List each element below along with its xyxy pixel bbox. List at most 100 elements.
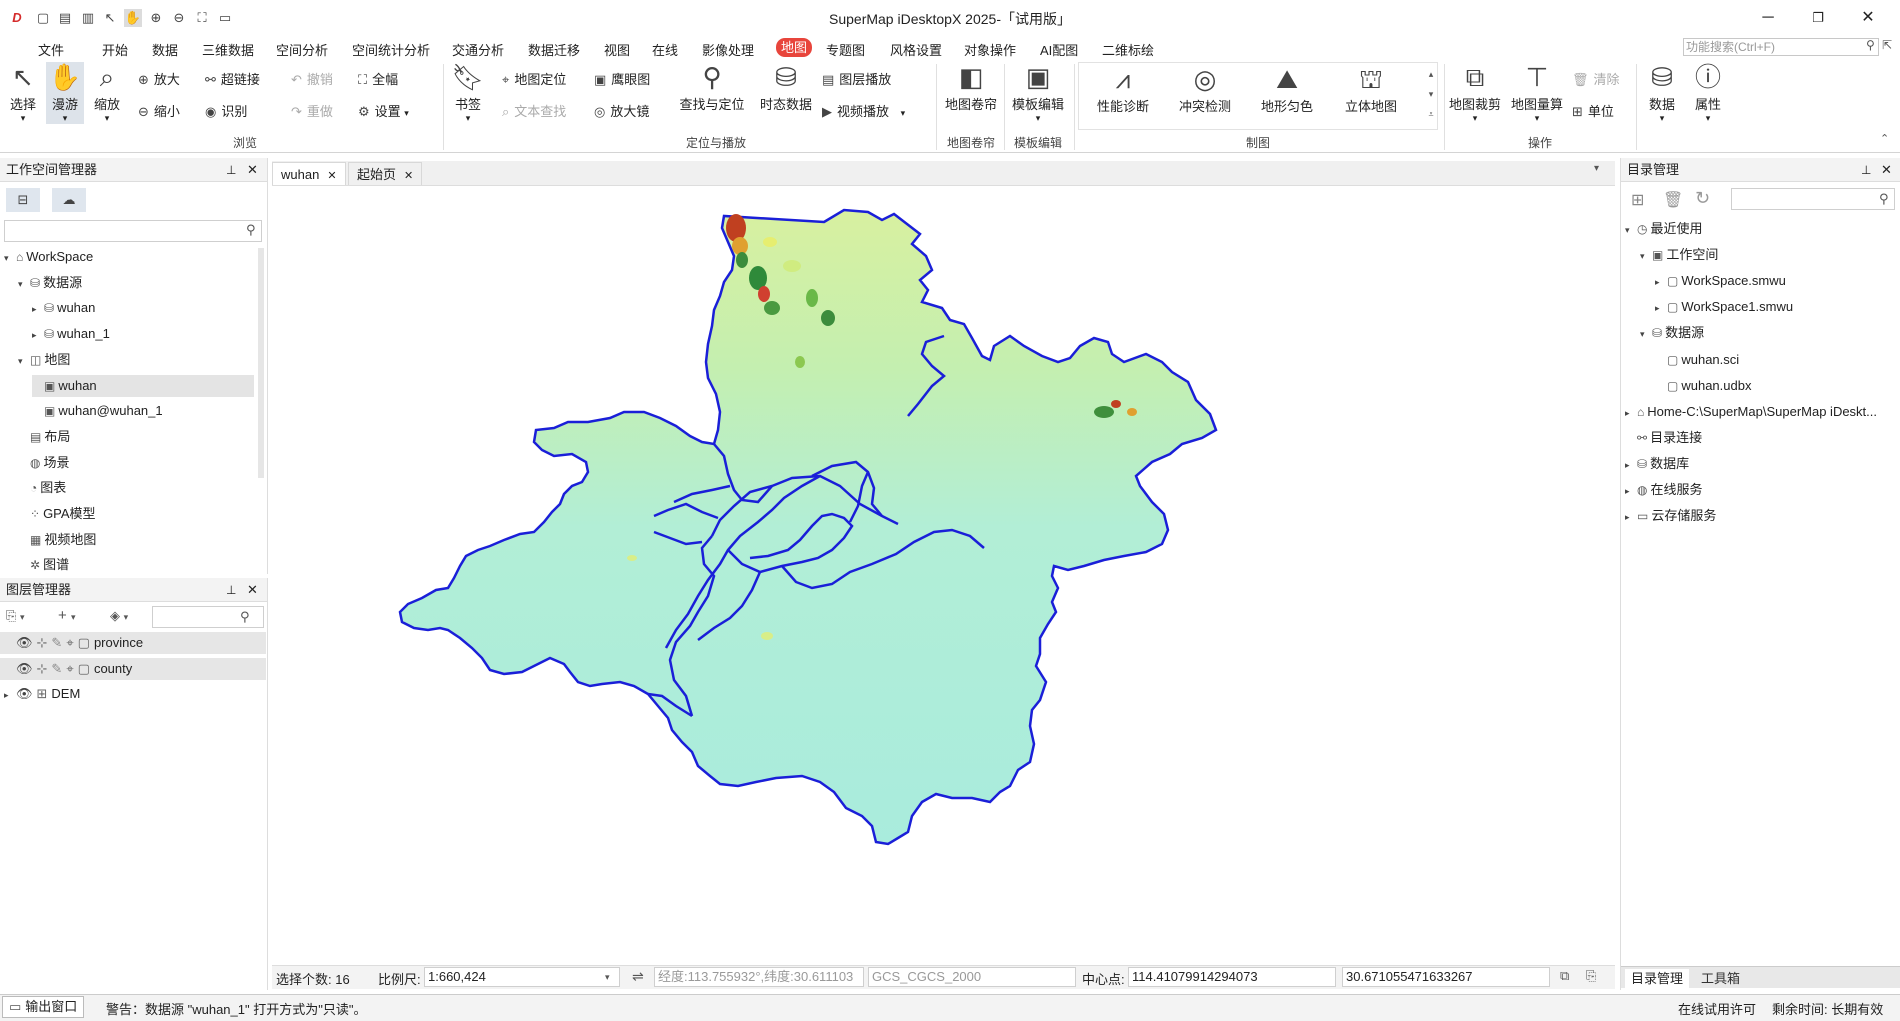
- search-icon[interactable]: ⚲: [246, 222, 256, 238]
- search-icon[interactable]: ⚲: [1879, 191, 1889, 207]
- search-icon[interactable]: ⚲: [240, 609, 250, 625]
- menu-item[interactable]: 专题图: [826, 40, 865, 59]
- expand-arrow-icon[interactable]: ▾: [1640, 245, 1652, 267]
- menu-item[interactable]: 开始: [102, 40, 128, 59]
- expand-arrow-icon[interactable]: ▾: [4, 247, 16, 269]
- expand-arrow-icon[interactable]: ▸: [1655, 271, 1667, 293]
- pin-icon[interactable]: ⊥: [226, 158, 236, 182]
- zoom-button[interactable]: ⌕ 缩放 ▾: [90, 62, 124, 124]
- expand-arrow-icon[interactable]: ▸: [1655, 297, 1667, 319]
- swap-icon[interactable]: ⇌: [632, 968, 644, 985]
- menu-item[interactable]: 在线: [652, 40, 678, 59]
- output-window-button[interactable]: ▭ 输出窗口: [2, 996, 85, 1018]
- layer-row[interactable]: ▸ 👁︎ ⊞ DEM: [0, 683, 266, 705]
- layer-play-button[interactable]: ▤ 图层播放: [822, 69, 891, 88]
- undo-button[interactable]: ↶ 撤销: [291, 69, 333, 88]
- copy-icon[interactable]: ⧉: [1560, 968, 1569, 984]
- workspace-scrollbar[interactable]: [258, 248, 264, 478]
- close-tab-icon[interactable]: ✕: [404, 170, 413, 182]
- attributes-button[interactable]: ⓘ 属性 ▾: [1688, 62, 1728, 124]
- temporal-data-button[interactable]: ⛁ 时态数据: [756, 62, 816, 113]
- map-canvas[interactable]: [272, 186, 1615, 965]
- menu-item[interactable]: 空间统计分析: [352, 40, 430, 59]
- catalog-tree-item[interactable]: ▸ ⌂ Home-C:\SuperMap\SuperMap iDeskt...: [1625, 401, 1877, 423]
- function-search-input[interactable]: 功能搜索(Ctrl+F): [1683, 38, 1879, 56]
- snap-icon[interactable]: ⌖: [66, 635, 73, 650]
- menu-item[interactable]: 三维数据: [202, 40, 254, 59]
- workspace-tree-item[interactable]: ▾ ⛁ 数据源: [18, 272, 82, 294]
- scale-select[interactable]: 1:660,424 ▾: [424, 967, 620, 987]
- magnifier-button[interactable]: ◎ 放大镜: [594, 101, 649, 120]
- close-window-button[interactable]: ✕: [1850, 6, 1886, 30]
- tab-list-chevron-icon[interactable]: ▾: [1594, 163, 1599, 174]
- map-swipe-button[interactable]: ◧ 地图卷帘: [942, 62, 1000, 113]
- catalog-tree-item[interactable]: ▾ ▣ 工作空间: [1640, 244, 1718, 266]
- tab-wuhan[interactable]: wuhan ✕: [272, 162, 346, 185]
- workspace-tree-item[interactable]: ▤ 布局: [18, 426, 70, 448]
- expand-arrow-icon[interactable]: ▾: [18, 273, 30, 295]
- menu-item[interactable]: 二维标绘: [1102, 40, 1154, 59]
- menu-item[interactable]: AI配图: [1040, 40, 1078, 59]
- expand-arrow-icon[interactable]: ▸: [4, 684, 16, 706]
- catalog-tree-item[interactable]: ▸ ▢ WorkSpace1.smwu: [1655, 296, 1793, 318]
- menu-item[interactable]: 数据: [152, 40, 178, 59]
- redo-button[interactable]: ↷ 重做: [291, 101, 333, 120]
- catalog-tree-item[interactable]: ▢ wuhan.sci: [1655, 349, 1739, 371]
- expand-arrow-icon[interactable]: ▾: [1625, 219, 1637, 241]
- expand-arrow-icon[interactable]: ▸: [32, 324, 44, 346]
- full-extent-button[interactable]: ⛶ 全幅: [358, 69, 398, 88]
- map-clip-button[interactable]: ⧉ 地图裁剪 ▾: [1446, 62, 1504, 124]
- tab-start-page[interactable]: 起始页 ✕: [348, 162, 423, 185]
- workspace-tree-item[interactable]: ⁘ GPA模型: [18, 503, 96, 525]
- workspace-tree-item[interactable]: ▸ ⛁ wuhan: [32, 297, 95, 319]
- template-edit-button[interactable]: ▣ 模板编辑 ▾: [1008, 62, 1068, 124]
- visible-eye-icon[interactable]: 👁︎: [16, 686, 33, 701]
- workspace-tree-item[interactable]: ✲ 图谱: [18, 554, 69, 572]
- expand-arrow-icon[interactable]: ▾: [18, 350, 30, 372]
- conflict-check-button[interactable]: ◎ 冲突检测: [1172, 64, 1238, 115]
- data-button[interactable]: ⛁ 数据 ▾: [1642, 62, 1682, 124]
- bookmark-button[interactable]: 🔖︎ 书签 ▾: [450, 62, 486, 124]
- gallery-scroll[interactable]: ▴ ▾ ⩡: [1425, 64, 1437, 128]
- menu-item[interactable]: 对象操作: [964, 40, 1016, 59]
- add-layer-icon[interactable]: + ▾: [58, 607, 75, 624]
- layer-row[interactable]: 👁︎ ⊹ ✎ ⌖ ▢ county: [0, 657, 266, 680]
- settings-button[interactable]: ⚙ 设置 ▾: [358, 101, 409, 120]
- select-button[interactable]: ↖ 选择 ▾: [6, 62, 40, 124]
- workspace-tree-item[interactable]: ▣ wuhan@wuhan_1: [32, 400, 163, 422]
- menu-item[interactable]: 风格设置: [890, 40, 942, 59]
- map-measure-button[interactable]: ⊤ 地图量算 ▾: [1508, 62, 1566, 124]
- perf-diagnose-button[interactable]: ⩘ 性能诊断: [1090, 64, 1156, 115]
- text-search-button[interactable]: ⌕ 文本查找: [502, 101, 566, 120]
- minimize-button[interactable]: ─: [1750, 6, 1786, 30]
- cloud-workspace-tab-icon[interactable]: ☁: [52, 188, 86, 212]
- selectable-icon[interactable]: ⊹: [37, 635, 48, 650]
- pan-button[interactable]: ✋ 漫游 ▾: [46, 62, 84, 124]
- refresh-icon[interactable]: ↻: [1695, 188, 1710, 209]
- visible-eye-icon[interactable]: 👁︎: [16, 635, 33, 650]
- editable-pencil-icon[interactable]: ✎: [51, 635, 62, 650]
- paste-icon[interactable]: ⎘: [1586, 968, 1596, 984]
- search-icon[interactable]: ⚲: [1866, 38, 1875, 52]
- workspace-tree-item[interactable]: ▦ 视频地图: [18, 529, 96, 551]
- new-folder-icon[interactable]: ⊞: [1631, 190, 1644, 210]
- map-locate-button[interactable]: ⌖ 地图定位: [502, 69, 566, 88]
- selectable-icon[interactable]: ⊹: [37, 661, 48, 676]
- expand-arrow-icon[interactable]: ▸: [1625, 402, 1637, 424]
- workspace-tree-item[interactable]: ◔ 图表: [18, 477, 66, 499]
- catalog-tree-item[interactable]: ▸ ⛁ 数据库: [1625, 453, 1689, 475]
- editable-pencil-icon[interactable]: ✎: [51, 661, 62, 676]
- zoom-out-button[interactable]: ⊖ 缩小: [138, 101, 180, 120]
- expand-arrow-icon[interactable]: ▾: [1640, 323, 1652, 345]
- terrain-color-button[interactable]: ⛰ 地形匀色: [1254, 64, 1320, 115]
- visible-eye-icon[interactable]: 👁︎: [16, 661, 33, 676]
- workspace-tree-item[interactable]: ▸ ⛁ wuhan_1: [32, 323, 110, 345]
- expand-arrow-icon[interactable]: ▸: [32, 298, 44, 320]
- workspace-tree-item[interactable]: ◍ 场景: [18, 452, 70, 474]
- workspace-tree-item[interactable]: ▾ ◫ 地图: [18, 349, 70, 371]
- menu-item[interactable]: 视图: [604, 40, 630, 59]
- delete-icon[interactable]: 🗑︎: [1663, 190, 1683, 210]
- catalog-search-input[interactable]: [1731, 188, 1895, 210]
- workspace-search-input[interactable]: [4, 220, 262, 242]
- local-workspace-tab-icon[interactable]: ⊟: [6, 188, 40, 212]
